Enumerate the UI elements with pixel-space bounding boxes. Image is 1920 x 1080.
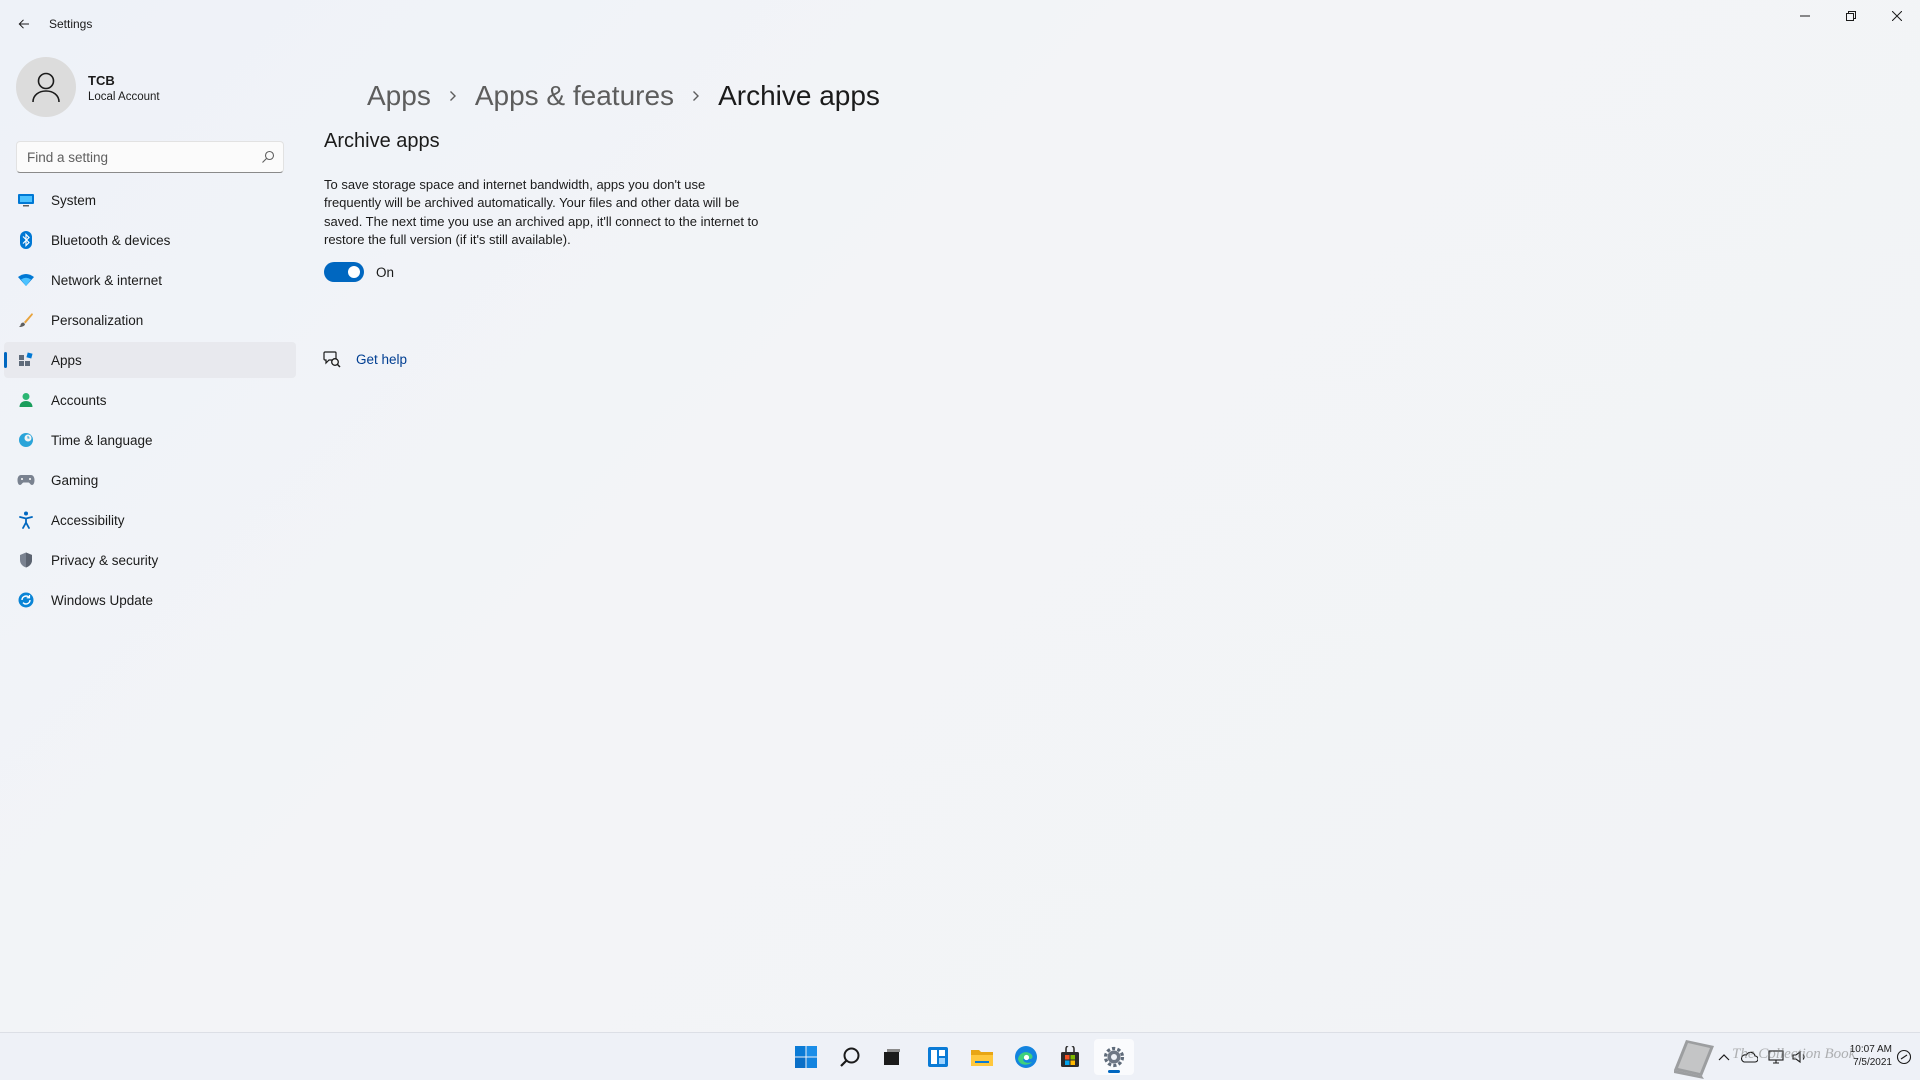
sidebar-item-label: Bluetooth & devices: [51, 232, 171, 248]
chevron-right-icon: [684, 76, 708, 116]
close-button[interactable]: [1874, 0, 1920, 32]
sidebar-item-label: Gaming: [51, 472, 99, 488]
taskbar: 10:07 AM 7/5/2021: [0, 1032, 1920, 1080]
breadcrumb-archive-apps: Archive apps: [718, 80, 880, 111]
user-avatar-icon: [32, 72, 60, 103]
start-button[interactable]: [786, 1039, 826, 1075]
file-explorer-icon: [971, 1050, 993, 1066]
sidebar-item-accounts[interactable]: Accounts: [4, 382, 296, 418]
sidebar-item-label: Network & internet: [51, 272, 163, 288]
search-input[interactable]: [17, 142, 247, 172]
settings-window: Settings TCB Local Account S: [0, 0, 1920, 1032]
back-button[interactable]: [10, 10, 38, 38]
toggle-knob: [348, 266, 360, 278]
wifi-icon: [16, 270, 36, 290]
sidebar-item-bluetooth-devices[interactable]: Bluetooth & devices: [4, 222, 296, 258]
task-view-icon: [884, 1049, 900, 1065]
archive-apps-toggle[interactable]: [324, 262, 364, 282]
close-icon: [1892, 11, 1902, 21]
toggle-state-label: On: [376, 265, 395, 280]
app-title: Settings: [49, 17, 93, 31]
apps-icon: [16, 350, 36, 370]
search-icon[interactable]: [261, 150, 275, 164]
sidebar-item-personalization[interactable]: Personalization: [4, 302, 296, 338]
avatar[interactable]: [16, 57, 76, 117]
account-type: Local Account: [88, 91, 160, 103]
sidebar-item-label: Windows Update: [51, 592, 154, 608]
watermark-text: The Collection Book: [1732, 1046, 1856, 1062]
start-icon: [795, 1046, 817, 1068]
search-box[interactable]: [16, 141, 284, 173]
sidebar-item-label: Accounts: [51, 392, 107, 408]
get-help-link[interactable]: Get help: [356, 352, 407, 367]
title-bar: Settings: [0, 0, 1920, 48]
widgets-button[interactable]: [918, 1039, 958, 1075]
chevron-right-icon: [441, 76, 465, 116]
restore-icon: [1846, 11, 1856, 21]
search-icon: [840, 1047, 860, 1067]
sidebar-item-apps[interactable]: Apps: [4, 342, 296, 378]
store-button[interactable]: [1050, 1039, 1090, 1075]
bluetooth-icon: [16, 230, 36, 250]
widgets-icon: [928, 1047, 948, 1067]
back-arrow-icon: [18, 19, 29, 29]
minimize-button[interactable]: [1782, 0, 1828, 32]
store-icon: [1061, 1046, 1079, 1067]
sidebar-item-system[interactable]: System: [4, 182, 296, 218]
edge-button[interactable]: [1006, 1039, 1046, 1075]
sidebar-item-label: System: [51, 192, 97, 208]
archive-apps-description: To save storage space and internet bandw…: [324, 177, 759, 248]
section-title: Archive apps: [324, 130, 440, 152]
brush-icon: [16, 310, 36, 330]
gamepad-icon: [16, 470, 36, 490]
sidebar-item-label: Time & language: [51, 432, 153, 448]
person-icon: [16, 390, 36, 410]
file-explorer-button[interactable]: [962, 1039, 1002, 1075]
accessibility-icon: [16, 510, 36, 530]
update-icon: [16, 590, 36, 610]
sidebar-nav: System Bluetooth & devices Network & int…: [4, 182, 296, 622]
sidebar-item-label: Privacy & security: [51, 552, 159, 568]
restore-button[interactable]: [1828, 0, 1874, 32]
settings-taskbar-button[interactable]: [1094, 1039, 1134, 1075]
notifications-button[interactable]: [1896, 1033, 1912, 1080]
shield-icon: [16, 550, 36, 570]
sidebar-item-privacy-security[interactable]: Privacy & security: [4, 542, 296, 578]
sidebar-item-gaming[interactable]: Gaming: [4, 462, 296, 498]
breadcrumb-apps-features[interactable]: Apps & features: [475, 80, 674, 112]
taskbar-search-button[interactable]: [830, 1039, 870, 1075]
globe-clock-icon: [16, 430, 36, 450]
sidebar-item-time-language[interactable]: Time & language: [4, 422, 296, 458]
sidebar-item-label: Accessibility: [51, 512, 125, 528]
sidebar-item-accessibility[interactable]: Accessibility: [4, 502, 296, 538]
minimize-icon: [1800, 15, 1810, 17]
help-icon: [323, 351, 341, 368]
system-icon: [16, 190, 36, 210]
breadcrumb: Apps Apps & features Archive apps: [367, 76, 880, 116]
sidebar-item-label: Personalization: [51, 312, 144, 328]
sidebar-item-windows-update[interactable]: Windows Update: [4, 582, 296, 618]
breadcrumb-apps[interactable]: Apps: [367, 80, 431, 112]
notification-icon: [1896, 1049, 1912, 1065]
task-view-button[interactable]: [872, 1039, 912, 1075]
sidebar-item-network-internet[interactable]: Network & internet: [4, 262, 296, 298]
edge-icon: [1015, 1046, 1037, 1068]
settings-icon: [1103, 1046, 1125, 1068]
sidebar-item-label: Apps: [51, 352, 82, 368]
user-name: TCB: [88, 73, 115, 88]
active-app-indicator: [1108, 1070, 1120, 1073]
